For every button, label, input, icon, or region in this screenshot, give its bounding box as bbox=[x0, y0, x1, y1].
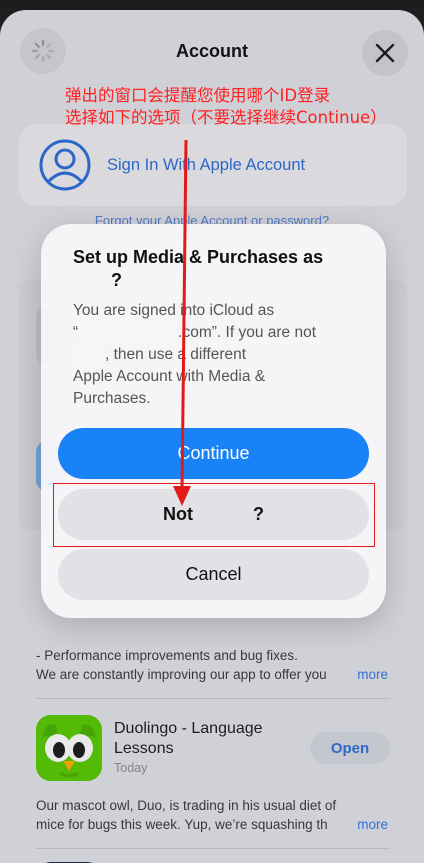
continue-button[interactable]: Continue bbox=[58, 428, 369, 479]
dialog-message-line: “ .com”. If you are not bbox=[73, 322, 363, 344]
dialog-message-text: .com”. If you are not bbox=[178, 324, 317, 341]
dialog-title: Set up Media & Purchases as ? bbox=[73, 246, 363, 292]
cancel-button[interactable]: Cancel bbox=[58, 549, 369, 600]
dialog-message-line: Apple Account with Media & bbox=[73, 368, 266, 385]
dialog-message-text: , then use a different bbox=[105, 346, 247, 363]
media-purchases-dialog: Set up Media & Purchases as ? You are si… bbox=[41, 224, 386, 618]
dialog-title-line: Set up Media & Purchases as bbox=[73, 247, 324, 267]
annotation-instruction: 弹出的窗口会提醒您使用哪个ID登录 选择如下的选项（不要选择继续Continue… bbox=[65, 85, 387, 129]
annotation-line: 弹出的窗口会提醒您使用哪个ID登录 bbox=[65, 86, 331, 105]
annotation-highlight-box bbox=[53, 483, 375, 547]
dialog-message-line: You are signed into iCloud as bbox=[73, 302, 275, 319]
redacted-email bbox=[78, 322, 179, 344]
dialog-message: You are signed into iCloud as “ .com”. I… bbox=[73, 300, 363, 410]
redacted-name bbox=[73, 344, 105, 366]
dialog-message-line: Purchases. bbox=[73, 390, 151, 407]
dialog-title-line: ? bbox=[111, 270, 122, 290]
annotation-line: 选择如下的选项（不要选择继续Continue） bbox=[65, 108, 387, 127]
dialog-message-line: , then use a different bbox=[73, 344, 363, 366]
